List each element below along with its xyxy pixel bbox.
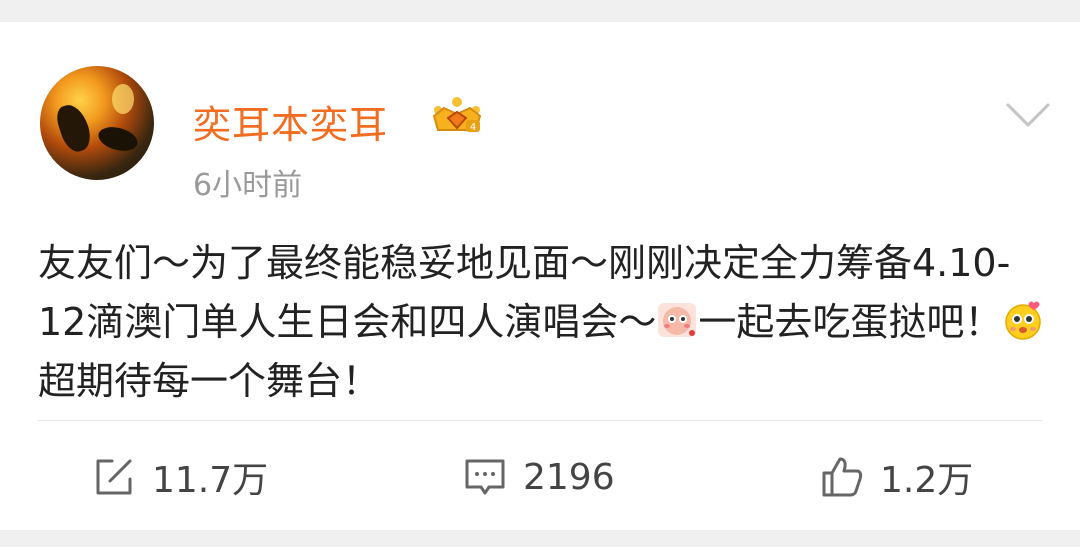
thumbs-up-icon bbox=[822, 457, 863, 497]
svg-text:4: 4 bbox=[470, 122, 476, 133]
repost-count: 11.7万 bbox=[152, 460, 269, 501]
like-button[interactable]: 1.2万 bbox=[820, 452, 973, 502]
shy-emoji-icon bbox=[658, 303, 697, 337]
weibo-post-card: 奕耳本奕耳 4 6小时前 友友们～为了最终能稳妥地见面～刚刚决定全力筹备4.10… bbox=[0, 22, 1080, 530]
comment-icon bbox=[465, 459, 505, 495]
divider bbox=[38, 420, 1042, 421]
like-count: 1.2万 bbox=[880, 460, 974, 501]
share-icon bbox=[96, 459, 132, 495]
comment-button[interactable]: 2196 bbox=[463, 452, 615, 502]
comment-count: 2196 bbox=[523, 456, 615, 498]
repost-button[interactable]: 11.7万 bbox=[92, 452, 268, 502]
vip-crown-badge-icon: 4 bbox=[432, 97, 482, 133]
love-eyes-emoji-icon bbox=[1005, 301, 1042, 340]
post-timestamp: 6小时前 bbox=[193, 168, 303, 203]
author-name[interactable]: 奕耳本奕耳 bbox=[193, 94, 388, 149]
post-text-part3: 超期待每一个舞台！ bbox=[38, 359, 381, 403]
post-text-part2: 一起去吃蛋挞吧！ bbox=[698, 300, 1003, 344]
chevron-down-icon[interactable] bbox=[1006, 102, 1050, 128]
post-text: 友友们～为了最终能稳妥地见面～刚刚决定全力筹备4.10-12滴澳门单人生日会和四… bbox=[38, 234, 1048, 411]
avatar[interactable] bbox=[40, 66, 154, 180]
